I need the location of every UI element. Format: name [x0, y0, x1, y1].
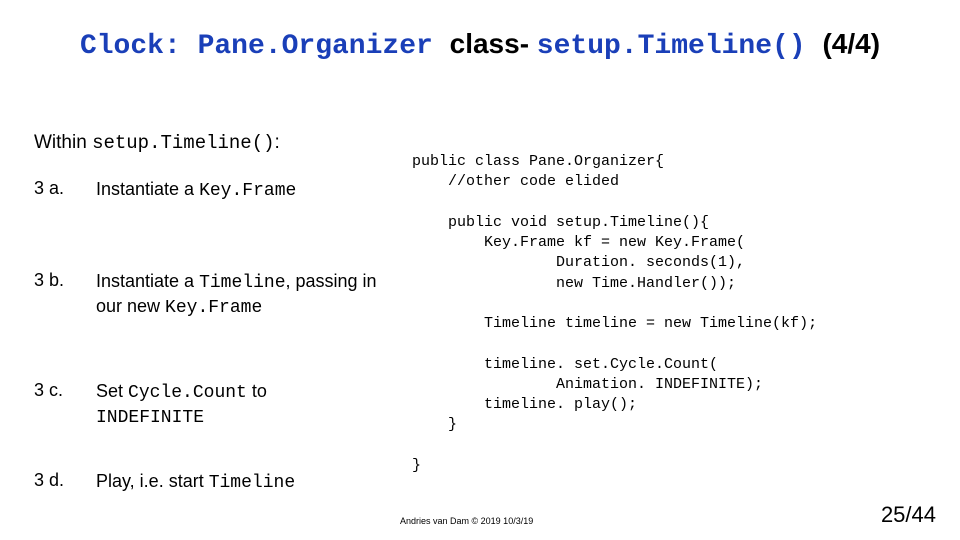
step-body: Set Cycle.Count to INDEFINITE	[96, 380, 267, 429]
subhead-prefix: Within	[34, 132, 92, 153]
subheading: Within setup.Timeline():	[34, 132, 280, 154]
step-code: INDEFINITE	[96, 408, 204, 428]
step-number: 3 b.	[34, 270, 68, 291]
page-number: 25/44	[881, 502, 936, 528]
step-3a: 3 a. Instantiate a Key.Frame	[34, 178, 296, 203]
step-number: 3 a.	[34, 178, 68, 199]
step-body: Instantiate a Timeline, passing in our n…	[96, 270, 404, 319]
step-text: to	[247, 381, 267, 401]
step-code: Key.Frame	[165, 298, 262, 318]
subhead-suffix: :	[275, 132, 280, 153]
step-code: Cycle.Count	[128, 383, 247, 403]
title-part2: class-	[450, 28, 537, 59]
step-text: Play, i.e. start	[96, 471, 209, 491]
title-part3: setup.Timeline()	[537, 31, 823, 62]
step-body: Instantiate a Key.Frame	[96, 178, 296, 203]
step-text: Instantiate a	[96, 271, 199, 291]
step-3b: 3 b. Instantiate a Timeline, passing in …	[34, 270, 404, 319]
footer-credit: Andries van Dam © 2019 10/3/19	[400, 516, 533, 526]
step-3c: 3 c. Set Cycle.Count to INDEFINITE	[34, 380, 267, 429]
step-text: Instantiate a	[96, 179, 199, 199]
step-code: Key.Frame	[199, 181, 296, 201]
step-code: Timeline	[209, 473, 295, 493]
step-code: Timeline	[199, 273, 285, 293]
step-body: Play, i.e. start Timeline	[96, 470, 295, 495]
slide-title: Clock: Pane.Organizer class- setup.Timel…	[0, 0, 960, 62]
title-part1: Clock: Pane.Organizer	[80, 31, 450, 62]
step-number: 3 c.	[34, 380, 68, 401]
subhead-code: setup.Timeline()	[92, 132, 274, 154]
code-block: public class Pane.Organizer{ //other cod…	[412, 152, 817, 476]
step-text: Set	[96, 381, 128, 401]
title-part4: (4/4)	[822, 28, 880, 59]
step-number: 3 d.	[34, 470, 68, 491]
step-3d: 3 d. Play, i.e. start Timeline	[34, 470, 295, 495]
